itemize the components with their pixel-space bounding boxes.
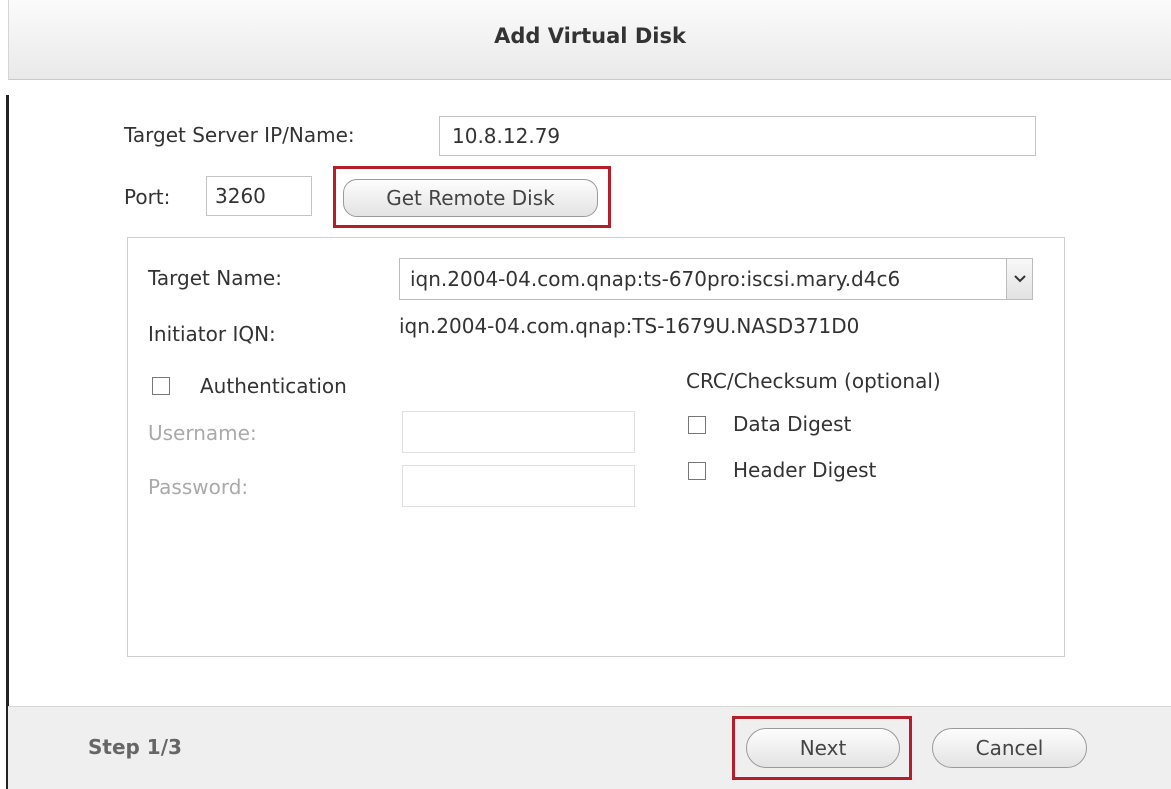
cancel-button[interactable]: Cancel [932,728,1087,768]
header-digest-checkbox[interactable] [688,462,706,480]
password-label: Password: [148,475,249,499]
data-digest-checkbox[interactable] [688,416,706,434]
target-server-label: Target Server IP/Name: [124,123,355,147]
initiator-iqn-label: Initiator IQN: [148,322,276,346]
crc-checksum-label: CRC/Checksum (optional) [686,369,941,393]
highlight-get-remote-disk [333,166,611,228]
target-name-value: iqn.2004-04.com.qnap:ts-670pro:iscsi.mar… [410,267,901,291]
target-name-select[interactable]: iqn.2004-04.com.qnap:ts-670pro:iscsi.mar… [399,258,1033,300]
window-edge [0,0,12,789]
username-input[interactable] [402,411,635,453]
highlight-next [732,716,912,780]
add-virtual-disk-dialog: Add Virtual Disk Target Server IP/Name: … [0,0,1171,789]
username-label: Username: [148,421,257,445]
authentication-label: Authentication [200,374,347,398]
dialog-titlebar: Add Virtual Disk [8,0,1171,80]
password-input[interactable] [402,465,635,507]
chevron-down-icon[interactable] [1006,259,1032,299]
data-digest-label: Data Digest [733,412,852,436]
authentication-checkbox[interactable] [152,377,170,395]
target-name-label: Target Name: [148,266,282,290]
dialog-title: Add Virtual Disk [494,24,686,48]
port-label: Port: [124,185,171,209]
header-digest-label: Header Digest [733,458,877,482]
initiator-iqn-value: iqn.2004-04.com.qnap:TS-1679U.NASD371D0 [399,314,860,338]
port-input[interactable]: 3260 [206,176,312,216]
target-server-input[interactable]: 10.8.12.79 [439,116,1036,156]
step-indicator: Step 1/3 [88,735,182,759]
